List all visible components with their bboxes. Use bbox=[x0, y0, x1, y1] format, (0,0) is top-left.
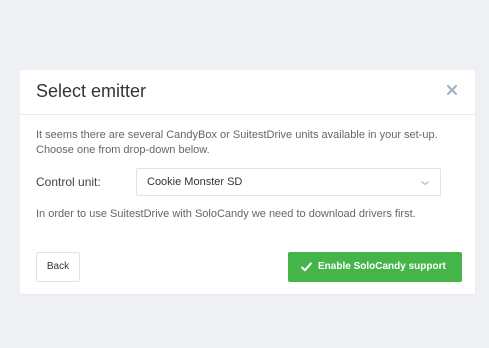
select-emitter-dialog: Select emitter It seems there are severa… bbox=[20, 70, 475, 294]
dialog-header: Select emitter bbox=[20, 70, 475, 115]
control-unit-select[interactable]: Cookie Monster SD bbox=[136, 168, 441, 196]
enable-solocandy-button[interactable]: Enable SoloCandy support bbox=[288, 252, 462, 282]
control-unit-selected-value: Cookie Monster SD bbox=[147, 176, 243, 188]
control-unit-row: Control unit: Cookie Monster SD bbox=[36, 168, 466, 196]
intro-text: It seems there are several CandyBox or S… bbox=[36, 129, 438, 156]
close-icon[interactable] bbox=[443, 81, 461, 99]
control-unit-label: Control unit: bbox=[36, 175, 101, 189]
check-icon bbox=[300, 261, 313, 272]
back-button[interactable]: Back bbox=[36, 252, 80, 282]
drivers-note: In order to use SuitestDrive with SoloCa… bbox=[36, 208, 416, 220]
dialog-title: Select emitter bbox=[36, 81, 147, 101]
enable-solocandy-label: Enable SoloCandy support bbox=[318, 261, 446, 272]
chevron-down-icon bbox=[420, 179, 430, 187]
